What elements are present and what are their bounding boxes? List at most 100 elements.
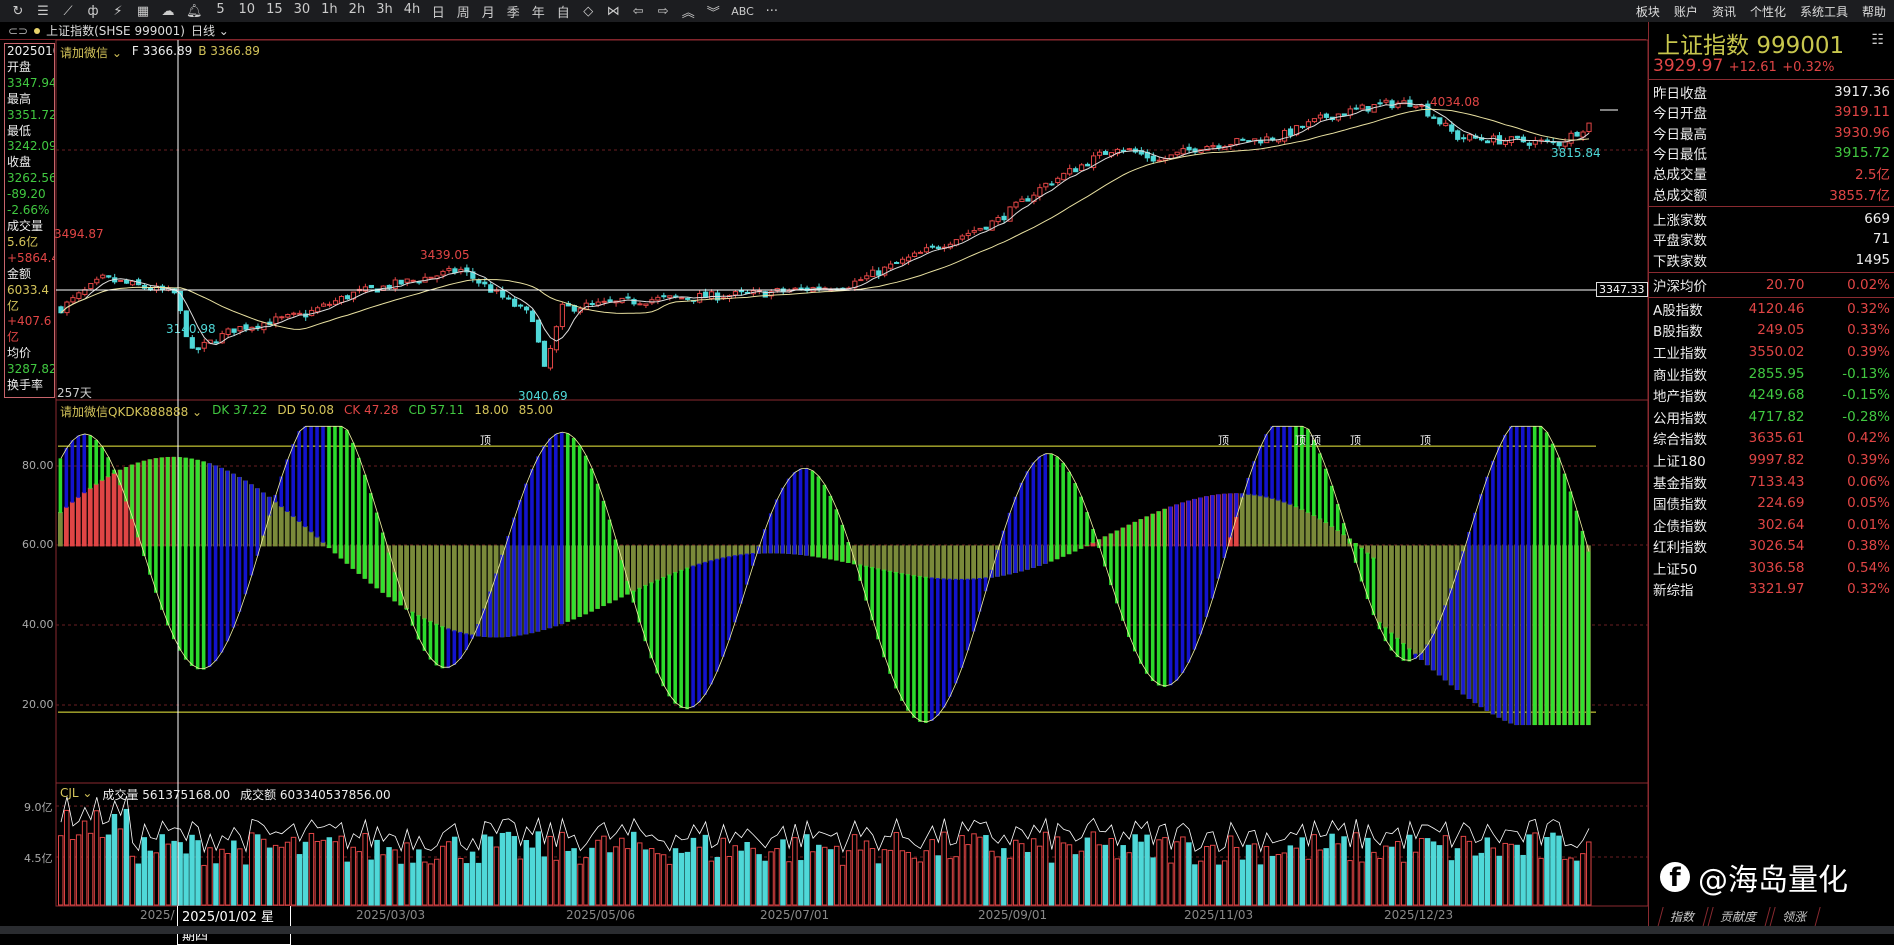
dd-bar (1371, 545, 1376, 559)
volume-select[interactable]: CJL ⌄ (60, 786, 92, 803)
index-row[interactable]: B股指数 249.05 0.33% (1649, 320, 1894, 342)
volume-bar (1514, 844, 1520, 906)
volume-bar (225, 852, 231, 906)
breadth-label: 平盘家数 (1653, 233, 1707, 250)
candle-body (76, 292, 82, 300)
index-row[interactable]: A股指数 4120.46 0.32% (1649, 298, 1894, 320)
breadth-value: 71 (1872, 231, 1890, 248)
dk-bar (130, 464, 134, 519)
breadth-row: 下跌家数 1495 (1649, 249, 1894, 270)
date-axis-label: 2025/ (140, 908, 175, 922)
index-row[interactable]: 基金指数 7133.43 0.06% (1649, 471, 1894, 493)
panel-tab[interactable]: 领涨 (1769, 907, 1821, 927)
dd-bar (935, 545, 941, 580)
panel-tab[interactable]: 贡献度 (1707, 907, 1771, 927)
candle-body (1299, 125, 1306, 128)
dd-bar (69, 501, 75, 547)
dk-bar (1025, 471, 1030, 570)
price-header-select[interactable]: 请加微信 ⌄ (60, 44, 122, 61)
index-row[interactable]: 上证180 9997.82 0.39% (1649, 449, 1894, 471)
dk-bar (1515, 426, 1519, 726)
dd-bar (947, 545, 953, 580)
index-row[interactable]: 新综指 3321.97 0.32% (1649, 579, 1894, 601)
dk-bar (1150, 513, 1155, 682)
dk-bar (1228, 493, 1233, 538)
candle-body (285, 314, 291, 318)
index-row[interactable]: 地产指数 4249.68 -0.15% (1649, 384, 1894, 406)
volume-bar (989, 850, 995, 906)
volume-bar (607, 852, 613, 906)
candle-body (237, 326, 243, 332)
volume-bar (1299, 837, 1306, 906)
volume-bar (463, 863, 470, 906)
menu-item[interactable]: 资讯 (1712, 3, 1736, 20)
quote-price-row: 3929.97 +12.61 +0.32% (1649, 56, 1894, 80)
index-pct: 0.01% (1847, 516, 1890, 533)
index-row[interactable]: 上证50 3036.58 0.54% (1649, 557, 1894, 579)
dd-bar (81, 492, 87, 547)
menu-item[interactable]: 个性化 (1750, 3, 1786, 20)
volume-bar (869, 848, 876, 906)
index-row[interactable]: 工业指数 3550.02 0.39% (1649, 341, 1894, 363)
dk-bar (136, 462, 140, 538)
volume-bar (481, 834, 488, 906)
index-pct: 0.32% (1847, 581, 1890, 598)
volume-bar (1436, 845, 1443, 906)
dk-bar (172, 456, 176, 640)
menu-item[interactable]: 帮助 (1862, 3, 1886, 20)
volume-bar (1192, 864, 1198, 906)
cursor-price-label: 3347.33 (1596, 282, 1648, 297)
dk-bar (1258, 446, 1262, 497)
indicator-axis-label: 40.00 (22, 618, 54, 631)
dd-bar (857, 545, 863, 566)
index-row[interactable]: 企债指数 302.64 0.01% (1649, 514, 1894, 536)
volume-bar (684, 851, 691, 906)
index-name: 工业指数 (1653, 345, 1707, 362)
volume-bar (272, 844, 279, 906)
candle-body (1574, 131, 1580, 137)
dk-bar (88, 435, 93, 489)
candle-body (189, 337, 195, 349)
indicator-select[interactable]: 请加微信QKDK888888 ⌄ (60, 403, 202, 420)
dk-bar (440, 626, 445, 669)
dd-bar (654, 545, 660, 581)
volume-bar (631, 831, 637, 906)
dd-bar (744, 545, 750, 555)
index-row[interactable]: 公用指数 4717.82 -0.28% (1649, 406, 1894, 428)
index-row[interactable]: 综合指数 3635.61 0.42% (1649, 428, 1894, 450)
dk-bar (1067, 471, 1071, 555)
candle-body (1079, 164, 1085, 172)
volume-bar (99, 836, 106, 906)
volume-bar (571, 848, 577, 906)
dk-bar (649, 582, 654, 659)
candle-body (94, 278, 100, 284)
candle-body (601, 300, 607, 303)
index-row[interactable]: 国债指数 224.69 0.05% (1649, 492, 1894, 514)
dd-bar (308, 531, 314, 547)
volume-bar (451, 836, 458, 906)
watermark-text: @海岛量化 (1698, 863, 1848, 898)
index-name: 上证180 (1653, 453, 1706, 470)
menu-item[interactable]: 系统工具 (1800, 3, 1848, 20)
dk-bar (518, 499, 522, 636)
index-row[interactable]: 红利指数 3026.54 0.38% (1649, 536, 1894, 558)
dk-bar (1497, 446, 1501, 718)
dd-bar (111, 472, 117, 547)
menu-icon[interactable]: ☷ (1871, 32, 1884, 48)
dd-bar (678, 545, 684, 571)
dk-bar (918, 576, 922, 722)
index-value: 3550.02 (1748, 343, 1805, 360)
volume-bar (762, 860, 768, 906)
volume-bar (1377, 857, 1383, 906)
volume-indicator-label: CJL (60, 786, 79, 800)
indicator-axis-label: 80.00 (22, 459, 54, 472)
volume-bar (804, 834, 810, 906)
panel-tab[interactable]: 指数 (1657, 907, 1709, 927)
menu-item[interactable]: 账户 (1674, 3, 1698, 20)
index-row[interactable]: 商业指数 2855.95 -0.13% (1649, 363, 1894, 385)
candle-body (1150, 155, 1156, 162)
dd-bar (404, 545, 409, 610)
volume-bar (1036, 845, 1043, 906)
candle-body (1383, 99, 1389, 103)
candle-body (1323, 113, 1329, 118)
